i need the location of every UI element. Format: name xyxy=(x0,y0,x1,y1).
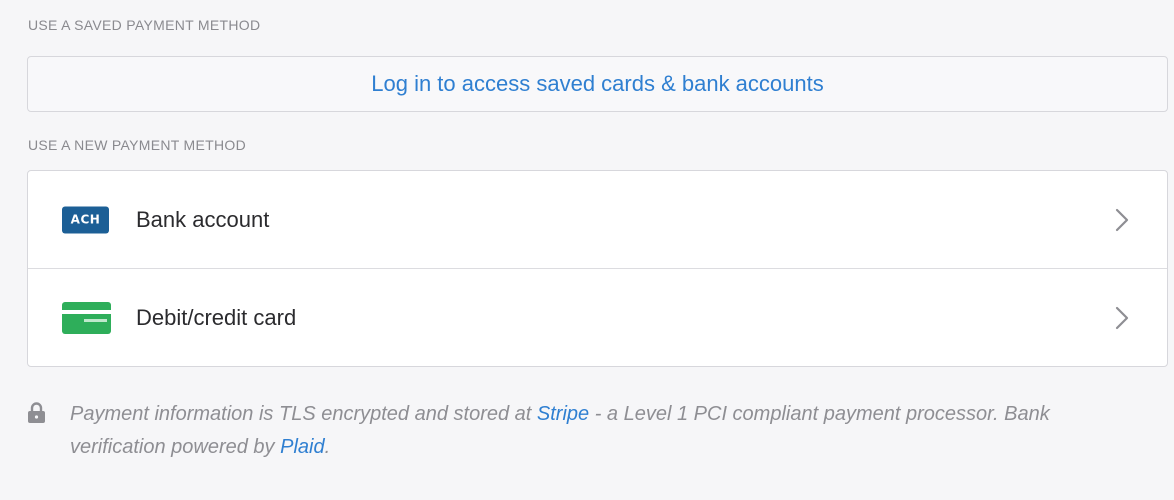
plaid-link[interactable]: Plaid xyxy=(280,436,324,458)
saved-method-heading: USE A SAVED PAYMENT METHOD xyxy=(28,17,261,33)
login-saved-methods-button[interactable]: Log in to access saved cards & bank acco… xyxy=(27,56,1168,112)
chevron-right-icon xyxy=(1115,306,1129,330)
chevron-right-icon xyxy=(1115,208,1129,231)
bank-account-option[interactable]: ACH Bank account xyxy=(28,171,1167,269)
debit-credit-card-label: Debit/credit card xyxy=(136,305,297,330)
new-method-heading: USE A NEW PAYMENT METHOD xyxy=(28,137,247,153)
lock-icon xyxy=(28,402,45,423)
security-note-part-1: Payment information is TLS encrypted and… xyxy=(70,403,537,425)
ach-icon-text: ACH xyxy=(70,212,101,227)
bank-account-label: Bank account xyxy=(136,206,270,232)
payment-methods-list: ACH Bank account Debit/credit card xyxy=(27,170,1168,367)
credit-card-icon xyxy=(62,302,111,334)
security-note-part-3: . xyxy=(324,436,331,458)
stripe-link[interactable]: Stripe xyxy=(537,403,589,425)
ach-icon: ACH xyxy=(62,206,109,233)
login-saved-methods-label: Log in to access saved cards & bank acco… xyxy=(371,71,824,96)
debit-credit-card-option[interactable]: Debit/credit card xyxy=(28,269,1167,366)
security-note-text: Payment information is TLS encrypted and… xyxy=(70,398,1150,464)
